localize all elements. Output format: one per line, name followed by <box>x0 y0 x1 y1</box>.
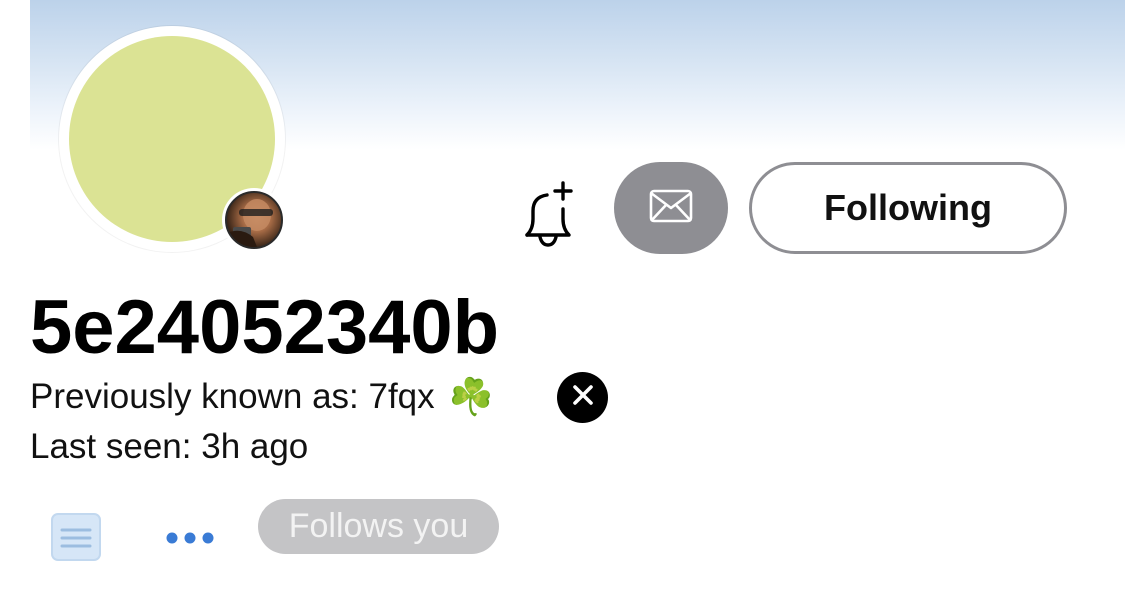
dismiss-previous-name-button[interactable] <box>557 372 608 423</box>
secondary-avatar-image <box>225 191 283 249</box>
previously-known-row: Previously known as: 7fqx ☘️ <box>30 374 493 420</box>
more-options-button[interactable] <box>160 520 220 560</box>
document-icon <box>50 512 102 567</box>
more-horizontal-icon <box>164 531 216 550</box>
clover-emoji: ☘️ <box>448 376 494 417</box>
notes-button[interactable] <box>50 512 102 567</box>
last-seen-text: Last seen: 3h ago <box>30 427 309 466</box>
follows-you-badge: Follows you <box>258 499 499 554</box>
notify-button[interactable] <box>510 178 586 254</box>
following-button[interactable]: Following <box>749 162 1067 254</box>
message-button[interactable] <box>614 162 728 254</box>
close-icon <box>572 384 594 411</box>
previously-known-text: Previously known as: 7fqx <box>30 377 435 416</box>
left-edge <box>0 0 30 612</box>
bell-plus-icon <box>513 179 583 254</box>
secondary-avatar[interactable] <box>222 188 286 252</box>
profile-username: 5e24052340b <box>30 285 500 370</box>
envelope-icon <box>649 189 693 228</box>
